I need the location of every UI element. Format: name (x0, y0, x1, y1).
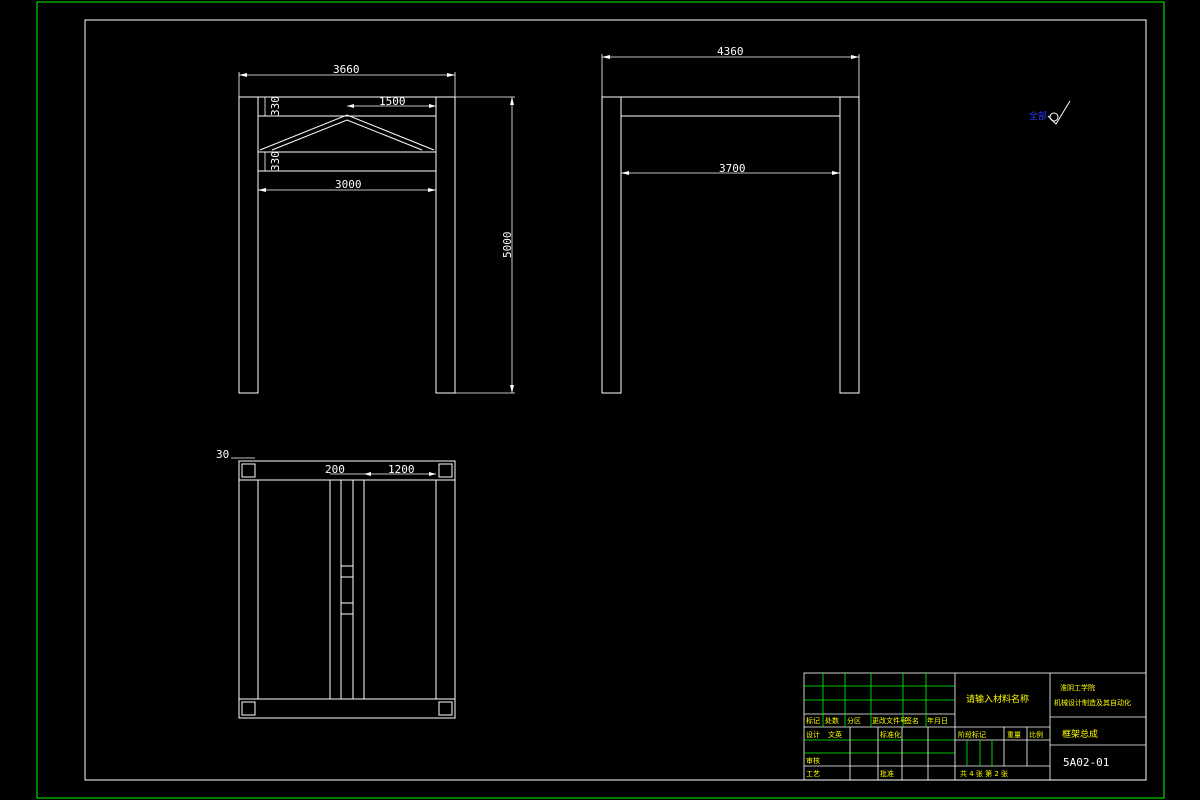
front-view: 3660 1500 330 330 3000 5000 (238, 63, 515, 394)
dim-3660: 3660 (333, 63, 360, 76)
tb-header-3: 签名 (905, 716, 919, 725)
tb-stage: 阶段标记 (958, 730, 986, 739)
tb-drawing-name: 框架总成 (1062, 728, 1098, 740)
tb-drawing-number: 5A02-01 (1063, 756, 1109, 769)
sheet-border (36, 1, 1165, 799)
dim-30: 30 (216, 448, 229, 461)
surface-finish-note: 全部 (1029, 100, 1071, 125)
top-view: 30 200 1200 (216, 448, 456, 719)
right-post (435, 96, 456, 394)
dim-5000: 5000 (501, 232, 514, 259)
dim-200: 200 (325, 463, 345, 476)
surface-note-text: 全部 (1029, 110, 1047, 122)
side-right-post (839, 96, 860, 394)
dim-330-mid: 330 (269, 151, 282, 171)
tb-header-1: 分区 (847, 716, 861, 725)
tb-material: 请输入材料名称 (966, 693, 1029, 705)
tb-designer: 文英 (828, 730, 842, 739)
tb-label-mark: 标记 (806, 716, 820, 725)
cad-drawing-canvas: 3660 1500 330 330 3000 5000 4360 3700 30… (36, 1, 1165, 799)
tb-header-2: 更改文件号 (872, 716, 907, 725)
dim-330-top: 330 (269, 96, 282, 116)
dim-3000: 3000 (335, 178, 362, 191)
tb-weight: 重量 (1007, 731, 1021, 739)
tb-project: 机械设计制造及其自动化 (1054, 698, 1131, 707)
tb-header-0: 处数 (825, 716, 839, 725)
tb-sheet-info: 共 4 张 第 2 张 (960, 769, 1008, 778)
dim-1200: 1200 (388, 463, 415, 476)
tb-label-craft: 工艺 (806, 770, 820, 778)
tb-scale: 比例 (1029, 730, 1043, 739)
tb-school: 淮阴工学院 (1060, 683, 1095, 692)
side-left-post (601, 96, 622, 394)
top-outer (238, 460, 456, 719)
dim-1500: 1500 (379, 95, 406, 108)
side-view: 4360 3700 (601, 45, 860, 394)
tb-col-approve: 批准 (880, 769, 894, 778)
dim-3700: 3700 (719, 162, 746, 175)
drawing-frame (84, 19, 1147, 781)
tb-header-4: 年月日 (927, 716, 948, 725)
title-block: 标记 处数 分区 更改文件号 签名 年月日 设计 文英 标准化 审核 工艺 批准… (803, 672, 1147, 781)
dim-4360: 4360 (717, 45, 744, 58)
tb-label-review: 审核 (806, 756, 820, 765)
tb-col-std: 标准化 (880, 730, 901, 739)
left-post (238, 96, 259, 394)
tb-label-design: 设计 (806, 730, 820, 739)
